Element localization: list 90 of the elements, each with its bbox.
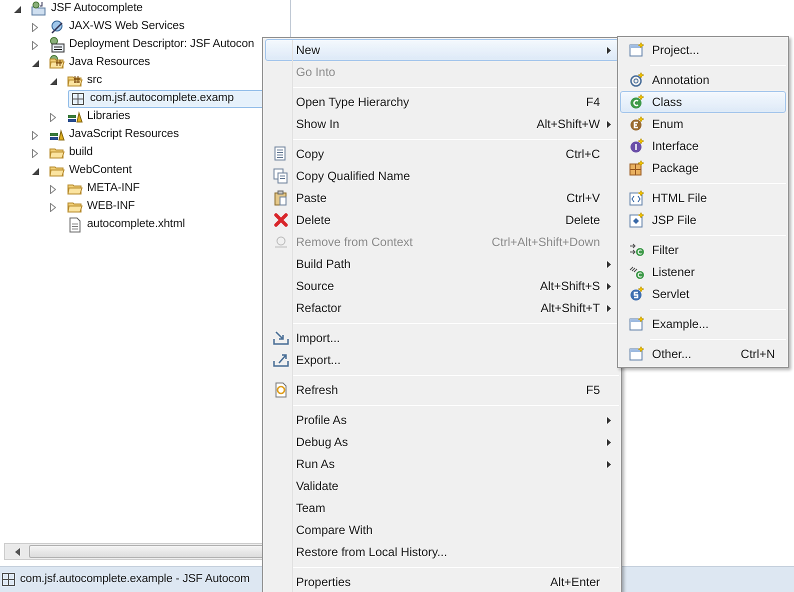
collapsed-arrow-icon[interactable] [50,112,56,122]
listener-icon [628,264,644,280]
menu-item[interactable]: Source Alt+Shift+S [265,275,619,297]
tree-item[interactable]: META-INF [66,180,142,198]
expanded-arrow-icon[interactable] [14,6,21,12]
menu-item[interactable]: Build Path [265,253,619,275]
remove-context-icon [273,234,289,250]
expanded-arrow-icon[interactable] [32,168,39,174]
tree-item[interactable]: JSF Autocomplete [30,0,145,18]
menu-item[interactable]: Package [620,157,786,179]
source-folder-icon [67,73,83,89]
menu-item[interactable]: Restore from Local History... [265,541,619,563]
collapsed-arrow-icon[interactable] [50,184,56,194]
collapsed-arrow-icon[interactable] [32,148,38,158]
export-icon [273,352,289,368]
menu-item[interactable]: Annotation [620,69,786,91]
project-icon [31,1,47,17]
menu-item[interactable]: Debug As [265,431,619,453]
menu-item[interactable]: Properties Alt+Enter [265,571,619,592]
java-resources-icon [49,55,65,71]
scroll-left-icon[interactable] [15,548,21,556]
menu-item[interactable]: Filter [620,239,786,261]
new-wizard-icon [628,42,644,58]
interface-icon [628,138,644,154]
menu-item[interactable]: Delete Delete [265,209,619,231]
tree-item[interactable]: WEB-INF [66,198,137,216]
tree-item[interactable]: Libraries [66,108,132,126]
collapsed-arrow-icon[interactable] [50,202,56,212]
delete-icon [273,212,289,228]
menu-item[interactable]: Class [620,91,786,113]
collapsed-arrow-icon[interactable] [32,22,38,32]
menu-item[interactable]: JSP File [620,209,786,231]
new-wizard-icon [628,346,644,362]
menu-item[interactable]: Copy Qualified Name [265,165,619,187]
clipboard-icon [273,190,289,206]
new-wizard-icon [628,316,644,332]
menu-item[interactable]: Example... [620,313,786,335]
tree-item[interactable]: JAX-WS Web Services [48,18,186,36]
menu-item[interactable]: Servlet [620,283,786,305]
books-icon [67,109,83,125]
menu-item[interactable]: Interface [620,135,786,157]
filter-icon [628,242,644,258]
status-text: com.jsf.autocomplete.example - JSF Autocom [20,572,250,587]
copy-icon [273,168,289,184]
menu-item[interactable]: Import... [265,327,619,349]
tree-item[interactable]: build [48,144,95,162]
document-icon [67,217,83,233]
tree-item[interactable]: WebContent [48,162,134,180]
menu-item[interactable]: Project... [620,39,786,61]
annotation-icon [628,72,644,88]
menu-item[interactable]: HTML File [620,187,786,209]
tree-item[interactable]: src [66,72,104,90]
descriptor-icon [49,37,65,53]
servlet-icon [628,286,644,302]
refresh-icon [273,382,289,398]
menu-item[interactable]: Enum [620,113,786,135]
menu-item[interactable]: Copy Ctrl+C [265,143,619,165]
collapsed-arrow-icon[interactable] [32,40,38,50]
menu-item[interactable]: Run As [265,453,619,475]
package-icon [2,573,15,586]
tree-item[interactable]: Deployment Descriptor: JSF Autocon [48,36,256,54]
jsp-file-icon [628,212,644,228]
menu-item[interactable]: Other... Ctrl+N [620,343,786,365]
menu-item[interactable]: Refresh F5 [265,379,619,401]
tree-item[interactable]: autocomplete.xhtml [66,216,187,234]
menu-item[interactable]: Paste Ctrl+V [265,187,619,209]
menu-item[interactable]: Compare With [265,519,619,541]
class-icon [628,94,644,110]
menu-item[interactable]: Refactor Alt+Shift+T [265,297,619,319]
globe-icon [49,19,65,35]
menu-item[interactable]: Listener [620,261,786,283]
tree-item[interactable]: Java Resources [48,54,152,72]
menu-item[interactable]: Export... [265,349,619,371]
menu-item[interactable]: New [265,39,619,61]
package-icon [628,160,644,176]
menu-item[interactable]: Validate [265,475,619,497]
html-file-icon [628,190,644,206]
tree-item[interactable]: JavaScript Resources [48,126,181,144]
menu-item[interactable]: Team [265,497,619,519]
import-icon [273,330,289,346]
menu-item[interactable]: Open Type Hierarchy F4 [265,91,619,113]
expanded-arrow-icon[interactable] [50,78,57,84]
menu-item[interactable]: Show In Alt+Shift+W [265,113,619,135]
collapsed-arrow-icon[interactable] [32,130,38,140]
package-icon [70,91,86,107]
expanded-arrow-icon[interactable] [32,60,39,66]
books-icon [49,127,65,143]
menu-item[interactable]: Profile As [265,409,619,431]
enum-icon [628,116,644,132]
scrollbar-thumb[interactable] [29,545,264,558]
